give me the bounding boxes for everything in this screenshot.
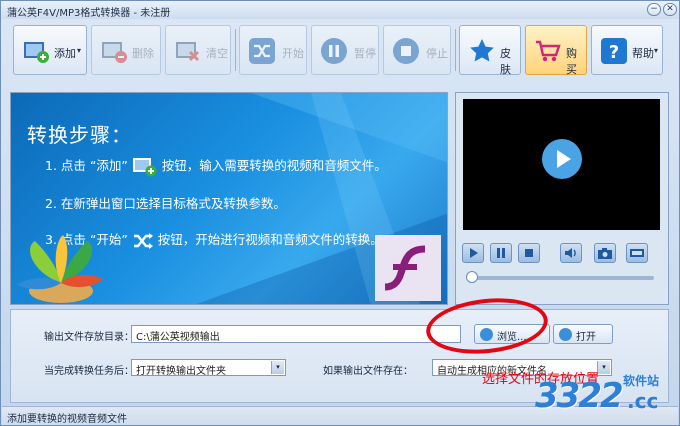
after-task-select[interactable]: 打开转换输出文件夹 ▾ [131,359,286,376]
delete-file-icon [102,42,127,63]
shuffle-start-icon [249,38,275,64]
stop-button[interactable]: 停止 [383,25,451,75]
guide-panel: 转换步骤： 1. 点击 “添加” 按钮，输入需要转换的视频和音频文件。 2. 在… [10,92,448,305]
clear-button[interactable]: 清空 [165,25,231,75]
preview-panel [455,92,669,305]
if-exists-label: 如果输出文件存在： [323,366,413,377]
watermark-domain: .cc [627,389,659,413]
title-bar[interactable]: 蒲公英F4V/MP3格式转换器 - 未注册 − ✕ [1,1,679,19]
add-button[interactable]: 添加 ▾ [13,25,87,75]
guide-step-2: 2. 在新弹出窗口选择目标格式及转换参数。 [45,196,286,211]
fullscreen-icon [630,249,644,257]
output-dir-label: 输出文件存放目录： [44,332,134,343]
close-button[interactable]: ✕ [663,3,677,16]
stop-icon [393,38,419,64]
star-skin-icon [470,39,494,62]
after-task-label: 当完成转换任务后： [44,366,134,377]
add-file-icon [132,157,157,176]
pause-button[interactable]: 暂停 [311,25,379,75]
volume-button[interactable] [560,243,582,263]
fullscreen-button[interactable] [626,243,648,263]
guide-step-1: 1. 点击 “添加” 按钮，输入需要转换的视频和音频文件。 [45,155,387,178]
svg-text:?: ? [609,42,619,63]
minimize-button[interactable]: − [647,3,661,16]
seek-slider[interactable] [468,276,654,280]
toolbar-divider [455,29,456,71]
play-icon [470,248,478,258]
output-dir-field[interactable]: C:\蒲公英视频输出 [131,325,461,343]
skin-button[interactable]: 皮肤 [459,25,521,76]
start-button[interactable]: 开始 [239,25,307,75]
toolbar-divider [235,29,236,71]
clear-icon [176,42,200,62]
stop-button[interactable] [518,243,540,263]
shuffle-start-icon [133,232,153,249]
stop-icon [525,249,533,257]
chevron-down-icon: ▾ [654,46,659,55]
dandelion-logo-icon [17,235,103,303]
buy-button[interactable]: 购买 [525,25,587,76]
question-icon: ? [601,38,627,64]
folder-open-icon [559,328,572,341]
window-title: 蒲公英F4V/MP3格式转换器 - 未注册 [7,8,171,19]
play-icon[interactable] [542,139,582,179]
seek-slider-handle[interactable] [466,271,478,283]
volume-icon [565,248,576,258]
watermark-site: 软件站 [623,374,660,388]
watermark-number: 3322 [535,376,624,416]
pause-icon [321,38,347,64]
help-button[interactable]: ? 帮助 ▾ [591,25,663,75]
camera-icon [598,248,612,259]
snapshot-button[interactable] [594,243,616,263]
add-file-icon [24,42,49,63]
app-window: 蒲公英F4V/MP3格式转换器 - 未注册 − ✕ 添加 ▾ 删除 清空 开始 … [0,0,680,426]
status-text: 添加要转换的视频音频文件 [7,414,127,425]
chevron-down-icon: ▾ [271,361,284,374]
play-button[interactable] [462,243,484,263]
pause-button[interactable] [490,243,512,263]
open-folder-button[interactable]: 打开 [553,324,613,344]
flash-logo-icon [375,235,441,301]
delete-button[interactable]: 删除 [91,25,161,75]
pause-icon [497,248,505,258]
guide-heading: 转换步骤： [27,123,132,147]
chevron-down-icon: ▾ [77,46,82,55]
toolbar: 添加 ▾ 删除 清空 开始 暂停 停止 皮肤 购买 ? 帮助 ▾ [9,23,673,79]
cart-icon [536,40,561,62]
video-screen [463,99,660,230]
